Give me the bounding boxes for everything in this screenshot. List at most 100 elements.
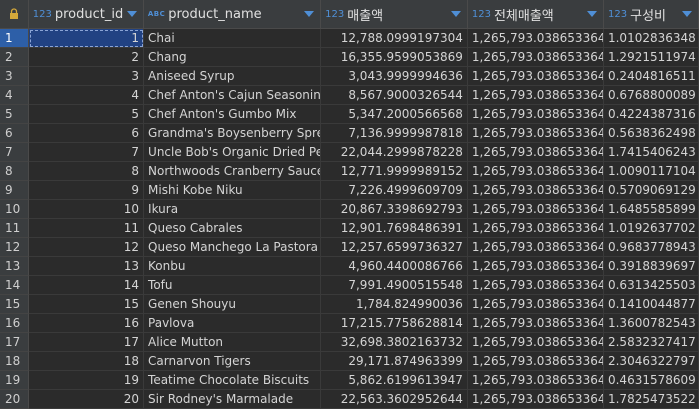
ratio-cell[interactable]: 0.6313425503: [603, 276, 699, 295]
product-id-cell[interactable]: 1: [28, 29, 145, 48]
product-name-cell[interactable]: Pavlova: [144, 314, 322, 333]
product-id-cell[interactable]: 11: [28, 219, 145, 238]
total-sales-cell[interactable]: 1,265,793.0386533642: [467, 390, 604, 409]
ratio-cell[interactable]: 0.2404816511: [603, 67, 699, 86]
row-number[interactable]: 3: [0, 67, 29, 86]
sort-arrow-icon[interactable]: [126, 11, 137, 17]
product-id-cell[interactable]: 15: [28, 295, 145, 314]
product-name-cell[interactable]: Ikura: [144, 200, 322, 219]
ratio-cell[interactable]: 1.0102836348: [603, 29, 699, 48]
product-name-cell[interactable]: Chef Anton's Cajun Seasoning: [144, 86, 322, 105]
row-number[interactable]: 15: [0, 295, 29, 314]
product-id-cell[interactable]: 16: [28, 314, 145, 333]
product-id-cell[interactable]: 12: [28, 238, 145, 257]
row-number[interactable]: 19: [0, 371, 29, 390]
product-id-cell[interactable]: 4: [28, 86, 145, 105]
ratio-cell[interactable]: 2.5832327417: [603, 333, 699, 352]
row-number[interactable]: 16: [0, 314, 29, 333]
product-name-cell[interactable]: Alice Mutton: [144, 333, 322, 352]
table-row[interactable]: 17 17 Alice Mutton 32,698.3802163732 1,265,7…: [0, 333, 699, 352]
table-row[interactable]: 4 4 Chef Anton's Cajun Seasoning 8,567.9000…: [0, 86, 699, 105]
sales-cell[interactable]: 5,862.6199613947: [321, 371, 468, 390]
product-name-cell[interactable]: Chef Anton's Gumbo Mix: [144, 105, 322, 124]
sales-cell[interactable]: 7,136.9999987818: [321, 124, 468, 143]
sales-cell[interactable]: 17,215.7758628814: [321, 314, 468, 333]
select-all-corner[interactable]: [0, 0, 29, 28]
product-name-cell[interactable]: Genen Shouyu: [144, 295, 322, 314]
total-sales-cell[interactable]: 1,265,793.0386533642: [467, 238, 604, 257]
total-sales-cell[interactable]: 1,265,793.0386533642: [467, 257, 604, 276]
total-sales-cell[interactable]: 1,265,793.0386533642: [467, 105, 604, 124]
product-id-cell[interactable]: 8: [28, 162, 145, 181]
ratio-cell[interactable]: 0.1410044877: [603, 295, 699, 314]
row-number[interactable]: 14: [0, 276, 29, 295]
product-id-cell[interactable]: 13: [28, 257, 145, 276]
table-row[interactable]: 10 10 Ikura 20,867.3398692793 1,265,793.0386…: [0, 200, 699, 219]
ratio-cell[interactable]: 1.3600782543: [603, 314, 699, 333]
sales-cell[interactable]: 5,347.2000566568: [321, 105, 468, 124]
product-id-cell[interactable]: 2: [28, 48, 145, 67]
table-row[interactable]: 2 2 Chang 16,355.9599053869 1,265,793.038653…: [0, 48, 699, 67]
ratio-cell[interactable]: 0.9683778943: [603, 238, 699, 257]
row-number[interactable]: 7: [0, 143, 29, 162]
product-name-cell[interactable]: Queso Cabrales: [144, 219, 322, 238]
product-id-cell[interactable]: 6: [28, 124, 145, 143]
table-row[interactable]: 9 9 Mishi Kobe Niku 7,226.4999609709 1,265,7…: [0, 181, 699, 200]
product-name-cell[interactable]: Tofu: [144, 276, 322, 295]
total-sales-cell[interactable]: 1,265,793.0386533642: [467, 67, 604, 86]
total-sales-cell[interactable]: 1,265,793.0386533642: [467, 219, 604, 238]
sales-cell[interactable]: 1,784.824990036: [321, 295, 468, 314]
column-header-ratio[interactable]: 123 구성비: [604, 0, 699, 28]
total-sales-cell[interactable]: 1,265,793.0386533642: [467, 181, 604, 200]
table-row[interactable]: 12 12 Queso Manchego La Pastora 12,257.6599…: [0, 238, 699, 257]
row-number[interactable]: 9: [0, 181, 29, 200]
row-number[interactable]: 18: [0, 352, 29, 371]
product-id-cell[interactable]: 7: [28, 143, 145, 162]
row-number[interactable]: 10: [0, 200, 29, 219]
row-number[interactable]: 13: [0, 257, 29, 276]
sales-cell[interactable]: 3,043.9999994636: [321, 67, 468, 86]
ratio-cell[interactable]: 0.5709069129: [603, 181, 699, 200]
sort-arrow-icon[interactable]: [304, 11, 315, 17]
total-sales-cell[interactable]: 1,265,793.0386533642: [467, 314, 604, 333]
table-row[interactable]: 8 8 Northwoods Cranberry Sauce 12,771.99999…: [0, 162, 699, 181]
total-sales-cell[interactable]: 1,265,793.0386533642: [467, 200, 604, 219]
product-id-cell[interactable]: 14: [28, 276, 145, 295]
sales-cell[interactable]: 12,771.9999989152: [321, 162, 468, 181]
column-header-total-sales[interactable]: 123 전체매출액: [468, 0, 605, 28]
ratio-cell[interactable]: 2.3046322797: [603, 352, 699, 371]
ratio-cell[interactable]: 1.0192637702: [603, 219, 699, 238]
ratio-cell[interactable]: 0.4224387316: [603, 105, 699, 124]
product-name-cell[interactable]: Grandma's Boysenberry Spread: [144, 124, 322, 143]
product-name-cell[interactable]: Chai: [144, 29, 322, 48]
total-sales-cell[interactable]: 1,265,793.0386533642: [467, 352, 604, 371]
sales-cell[interactable]: 22,563.3602952644: [321, 390, 468, 409]
table-row[interactable]: 15 15 Genen Shouyu 1,784.824990036 1,265,793…: [0, 295, 699, 314]
sales-cell[interactable]: 12,788.0999197304: [321, 29, 468, 48]
ratio-cell[interactable]: 1.7415406243: [603, 143, 699, 162]
ratio-cell[interactable]: 0.4631578609: [603, 371, 699, 390]
table-row[interactable]: 20 20 Sir Rodney's Marmalade 22,563.3602952…: [0, 390, 699, 409]
sort-arrow-icon[interactable]: [682, 11, 692, 17]
product-name-cell[interactable]: Konbu: [144, 257, 322, 276]
total-sales-cell[interactable]: 1,265,793.0386533642: [467, 276, 604, 295]
sales-cell[interactable]: 12,257.6599736327: [321, 238, 468, 257]
row-number[interactable]: 6: [0, 124, 29, 143]
row-number[interactable]: 20: [0, 390, 29, 409]
total-sales-cell[interactable]: 1,265,793.0386533642: [467, 86, 604, 105]
total-sales-cell[interactable]: 1,265,793.0386533642: [467, 143, 604, 162]
product-name-cell[interactable]: Mishi Kobe Niku: [144, 181, 322, 200]
total-sales-cell[interactable]: 1,265,793.0386533642: [467, 29, 604, 48]
row-number[interactable]: 5: [0, 105, 29, 124]
ratio-cell[interactable]: 1.2921511974: [603, 48, 699, 67]
product-id-cell[interactable]: 9: [28, 181, 145, 200]
table-row[interactable]: 6 6 Grandma's Boysenberry Spread 7,136.9999…: [0, 124, 699, 143]
row-number[interactable]: 8: [0, 162, 29, 181]
row-number[interactable]: 12: [0, 238, 29, 257]
ratio-cell[interactable]: 1.7825473522: [603, 390, 699, 409]
ratio-cell[interactable]: 0.5638362498: [603, 124, 699, 143]
column-header-product-id[interactable]: 123 product_id: [29, 0, 144, 28]
product-id-cell[interactable]: 3: [28, 67, 145, 86]
row-number[interactable]: 11: [0, 219, 29, 238]
ratio-cell[interactable]: 1.6485585899: [603, 200, 699, 219]
